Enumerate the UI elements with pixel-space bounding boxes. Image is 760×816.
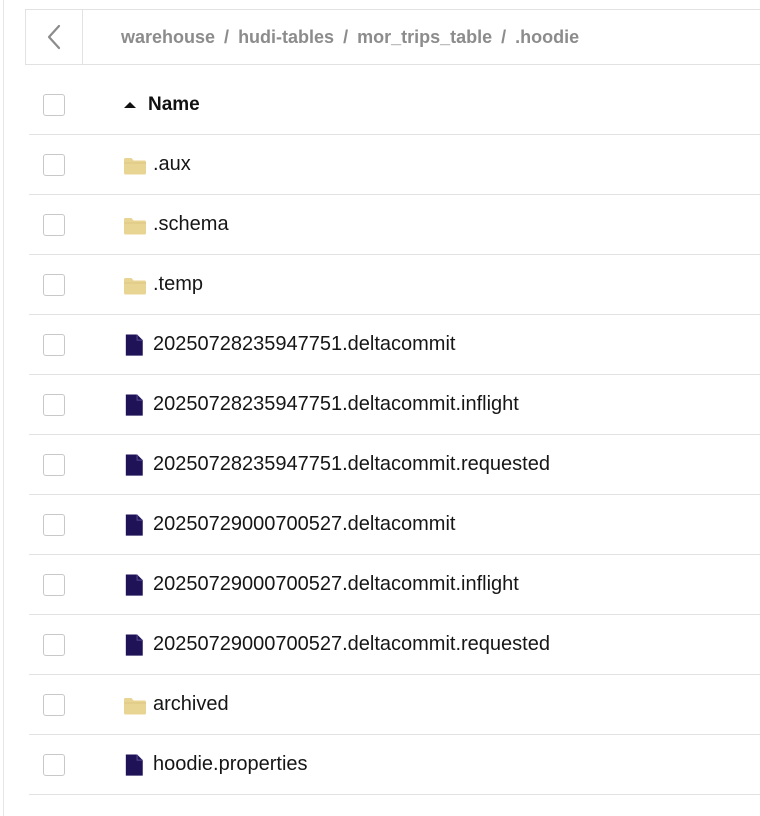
file-name-link[interactable]: 20250729000700527.deltacommit.inflight	[153, 573, 519, 596]
breadcrumb-item-hoodie[interactable]: .hoodie	[515, 27, 579, 48]
page-left-border	[3, 0, 4, 816]
table-row[interactable]: .schema	[29, 195, 760, 255]
chevron-left-icon	[47, 24, 61, 50]
file-icon	[123, 753, 147, 776]
row-checkbox[interactable]	[43, 393, 65, 416]
name-cell: .aux	[123, 153, 191, 176]
folder-name-link[interactable]: archived	[153, 693, 229, 716]
folder-name-link[interactable]: .schema	[153, 213, 229, 236]
table-row[interactable]: 20250729000700527.deltacommit.inflight	[29, 555, 760, 615]
file-name-link[interactable]: 20250729000700527.deltacommit.requested	[153, 633, 550, 656]
name-column-label: Name	[148, 93, 200, 115]
name-cell: hoodie.properties	[123, 753, 308, 776]
select-all-checkbox[interactable]	[43, 93, 65, 116]
file-icon	[123, 453, 147, 476]
breadcrumb-item-hudi-tables[interactable]: hudi-tables	[238, 27, 334, 48]
name-cell: 20250729000700527.deltacommit.inflight	[123, 573, 519, 596]
row-checkbox[interactable]	[43, 213, 65, 236]
table-row[interactable]: .aux	[29, 135, 760, 195]
file-icon	[123, 573, 147, 596]
breadcrumb-bar: warehouse / hudi-tables / mor_trips_tabl…	[25, 9, 760, 65]
folder-icon	[123, 274, 147, 296]
table-row[interactable]: 20250729000700527.deltacommit	[29, 495, 760, 555]
row-checkbox[interactable]	[43, 513, 65, 536]
name-cell: 20250728235947751.deltacommit	[123, 333, 455, 356]
table-row[interactable]: 20250729000700527.deltacommit.requested	[29, 615, 760, 675]
row-checkbox[interactable]	[43, 693, 65, 716]
name-column-header[interactable]: Name	[123, 94, 200, 116]
breadcrumb-separator: /	[343, 26, 349, 47]
file-icon	[123, 633, 147, 656]
table-body: .aux .schema .temp 20250728235947751.deltac…	[29, 135, 760, 795]
folder-name-link[interactable]: .temp	[153, 273, 203, 296]
file-name-link[interactable]: hoodie.properties	[153, 753, 308, 776]
file-table: Name .aux .schema .temp 20250728235947751.d…	[29, 75, 760, 795]
file-name-link[interactable]: 20250728235947751.deltacommit.inflight	[153, 393, 519, 416]
file-icon	[123, 393, 147, 416]
breadcrumb-item-mor-trips-table[interactable]: mor_trips_table	[357, 27, 492, 48]
row-checkbox[interactable]	[43, 153, 65, 176]
folder-icon	[123, 154, 147, 176]
row-checkbox[interactable]	[43, 453, 65, 476]
table-row[interactable]: 20250728235947751.deltacommit.inflight	[29, 375, 760, 435]
table-row[interactable]: archived	[29, 675, 760, 735]
folder-icon	[123, 694, 147, 716]
folder-icon	[123, 214, 147, 236]
file-icon	[123, 513, 147, 536]
row-checkbox[interactable]	[43, 753, 65, 776]
file-name-link[interactable]: 20250728235947751.deltacommit.requested	[153, 453, 550, 476]
folder-name-link[interactable]: .aux	[153, 153, 191, 176]
name-cell: 20250728235947751.deltacommit.inflight	[123, 393, 519, 416]
breadcrumb: warehouse / hudi-tables / mor_trips_tabl…	[121, 27, 579, 48]
breadcrumb-separator: /	[501, 26, 507, 47]
breadcrumb-item-warehouse[interactable]: warehouse	[121, 27, 215, 48]
name-cell: .temp	[123, 273, 203, 296]
row-checkbox[interactable]	[43, 333, 65, 356]
table-row[interactable]: hoodie.properties	[29, 735, 760, 795]
table-row[interactable]: 20250728235947751.deltacommit	[29, 315, 760, 375]
file-name-link[interactable]: 20250729000700527.deltacommit	[153, 513, 455, 536]
row-checkbox[interactable]	[43, 273, 65, 296]
name-cell: 20250729000700527.deltacommit	[123, 513, 455, 536]
table-row[interactable]: .temp	[29, 255, 760, 315]
sort-ascending-icon	[124, 101, 136, 108]
name-cell: 20250729000700527.deltacommit.requested	[123, 633, 550, 656]
row-checkbox[interactable]	[43, 573, 65, 596]
table-header-row: Name	[29, 75, 760, 135]
row-checkbox[interactable]	[43, 633, 65, 656]
name-cell: archived	[123, 693, 229, 716]
back-button[interactable]	[26, 10, 83, 64]
file-icon	[123, 333, 147, 356]
name-cell: 20250728235947751.deltacommit.requested	[123, 453, 550, 476]
name-cell: .schema	[123, 213, 229, 236]
table-row[interactable]: 20250728235947751.deltacommit.requested	[29, 435, 760, 495]
breadcrumb-separator: /	[224, 26, 230, 47]
file-name-link[interactable]: 20250728235947751.deltacommit	[153, 333, 455, 356]
